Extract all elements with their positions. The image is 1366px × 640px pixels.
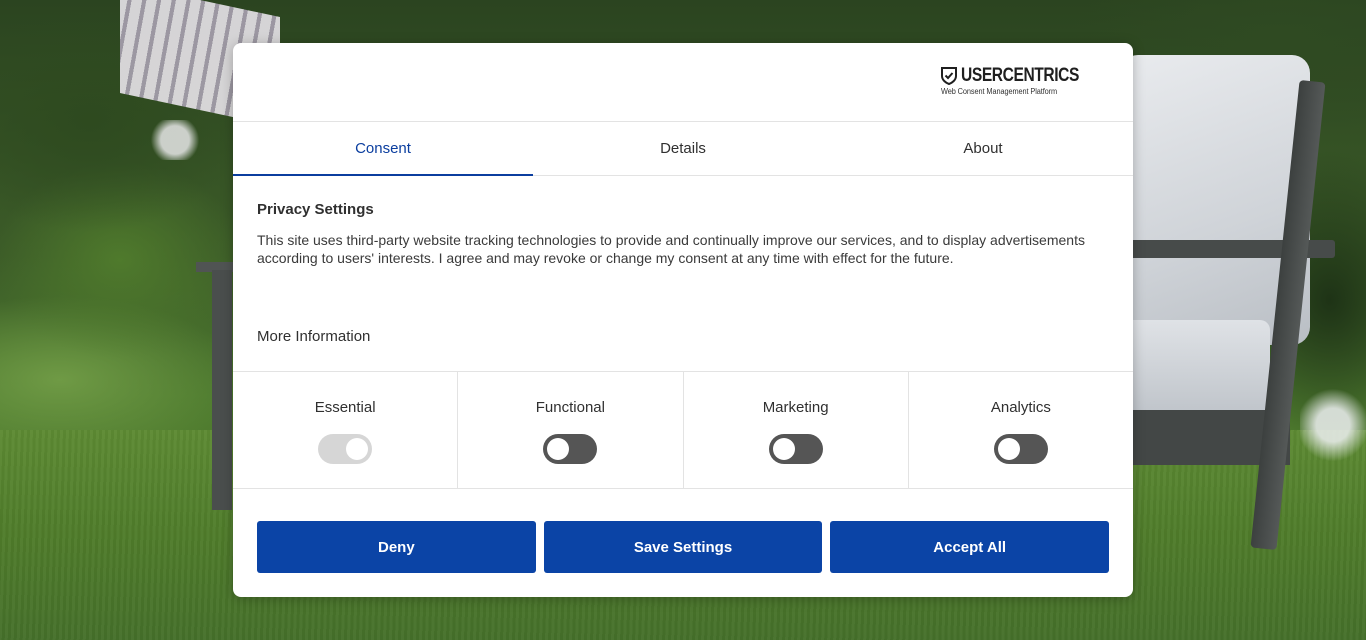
analytics-toggle[interactable] (993, 434, 1048, 464)
consent-content: Privacy Settings This site uses third-pa… (233, 176, 1133, 371)
chair-left-leg (212, 270, 232, 510)
tab-consent[interactable]: Consent (233, 122, 533, 176)
category-label: Marketing (762, 399, 829, 416)
functional-toggle[interactable] (543, 434, 598, 464)
tab-details[interactable]: Details (533, 122, 833, 175)
background-flowers (140, 120, 210, 160)
category-functional: Functional (458, 372, 684, 488)
consent-dialog: USERCENTRICS Web Consent Management Plat… (233, 43, 1133, 597)
accept-all-button[interactable]: Accept All (830, 521, 1110, 573)
marketing-toggle[interactable] (768, 434, 823, 464)
shield-icon (941, 67, 958, 85)
save-settings-button[interactable]: Save Settings (543, 521, 823, 573)
logo-row: USERCENTRICS (941, 65, 1105, 86)
usercentrics-logo: USERCENTRICS Web Consent Management Plat… (941, 65, 1105, 96)
tab-bar: Consent Details About (233, 122, 1133, 176)
category-analytics: Analytics (909, 372, 1133, 488)
category-label: Functional (535, 399, 605, 416)
privacy-description: This site uses third-party website track… (257, 232, 1085, 266)
category-essential: Essential (233, 372, 459, 488)
category-label: Essential (314, 399, 376, 416)
category-label: Analytics (990, 399, 1051, 416)
logo-wordmark: USERCENTRICS (961, 65, 1080, 86)
dialog-header: USERCENTRICS Web Consent Management Plat… (233, 43, 1133, 122)
action-buttons: Deny Save Settings Accept All (233, 489, 1133, 573)
toggle-knob (997, 438, 1020, 460)
toggle-knob (772, 438, 795, 460)
tab-about[interactable]: About (833, 122, 1133, 175)
background-flowers-right (1300, 380, 1366, 470)
more-information-link[interactable]: More Information (257, 328, 370, 345)
toggle-knob (547, 438, 570, 460)
chair-seat-cushion (1120, 320, 1270, 415)
privacy-settings-title: Privacy Settings (257, 201, 374, 218)
toggle-knob (346, 438, 369, 460)
consent-categories: Essential Functional Marketing Analytics (233, 371, 1133, 489)
deny-button[interactable]: Deny (257, 521, 536, 573)
essential-toggle (318, 434, 373, 464)
category-marketing: Marketing (684, 372, 909, 488)
logo-tagline: Web Consent Management Platform (941, 87, 1058, 96)
